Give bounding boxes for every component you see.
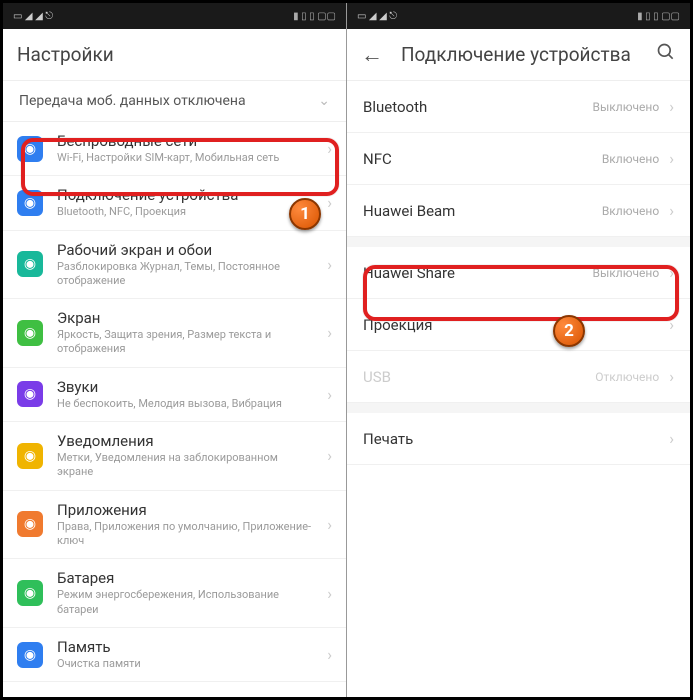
item-status: Выключено [593,100,660,114]
home-icon: ◉ [17,251,43,277]
connection-item[interactable]: Проекция › [347,299,690,351]
callout-badge-1: 1 [289,198,321,230]
section-separator [347,237,690,247]
connection-item[interactable]: Huawei Share Выключено › [347,247,690,299]
item-label: Звуки [57,378,313,396]
item-label: USB [363,368,585,386]
chevron-right-icon: › [327,385,332,404]
display-icon: ◉ [17,320,43,346]
item-label: Проекция [363,316,659,334]
callout-badge-2: 2 [553,315,585,347]
item-label: Печать [363,430,659,448]
chevron-right-icon: › [669,315,674,334]
item-subtitle: Не беспокоить, Мелодия вызова, Вибрация [57,397,313,411]
memory-icon: ◉ [17,642,43,668]
item-label: Рабочий экран и обои [57,241,313,259]
connection-list[interactable]: Bluetooth Выключено › NFC Включено › Hua… [347,81,690,697]
item-subtitle: Bluetooth, NFC, Проекция [57,205,313,219]
page-title: Подключение устройства [401,43,656,66]
item-subtitle: Режим энергосбережения, Использование ба… [57,588,313,617]
chevron-right-icon: › [327,255,332,274]
settings-item[interactable]: ◉ Приложения Права, Приложения по умолча… [3,491,346,560]
connection-item[interactable]: Bluetooth Выключено › [347,81,690,133]
item-subtitle: Wi-Fi, Настройки SIM-карт, Мобильная сет… [57,151,313,165]
mobile-data-banner[interactable]: Передача моб. данных отключена ⌄ [3,81,346,122]
chevron-right-icon: › [327,193,332,212]
settings-item[interactable]: ◉ Батарея Режим энергосбережения, Исполь… [3,559,346,628]
item-subtitle: Разблокировка Журнал, Темы, Постоянное о… [57,260,313,289]
device-connection-header: ← Подключение устройства [347,29,690,81]
item-subtitle: Права, Приложения по умолчанию, Приложен… [57,520,313,549]
connection-item: USB Отключено › [347,351,690,403]
settings-item[interactable]: ◉ Беспроводные сети Wi-Fi, Настройки SIM… [3,122,346,176]
item-subtitle: Очистка памяти [57,657,313,671]
chevron-right-icon: › [327,139,332,158]
signal-icon: ▭ ◢ ◢ ⎋ [13,11,53,22]
apps-icon: ◉ [17,511,43,537]
item-status: Включено [602,204,659,218]
connection-item[interactable]: Huawei Beam Включено › [347,185,690,237]
sound-icon: ◉ [17,381,43,407]
chevron-right-icon: › [327,446,332,465]
page-title: Настройки [17,43,332,66]
chevron-right-icon: › [669,367,674,386]
settings-item[interactable]: ◉ Звуки Не беспокоить, Мелодия вызова, В… [3,368,346,422]
chevron-right-icon: › [669,263,674,282]
item-label: NFC [363,150,592,168]
item-label: Беспроводные сети [57,132,313,150]
chevron-right-icon: › [669,201,674,220]
item-label: Уведомления [57,432,313,450]
signal-icon: ▭ ◢ ◢ ⎋ [357,11,397,22]
battery-icon: ▮ ▯ ▯ ▢▢ [637,11,680,22]
settings-item[interactable]: ◉ Уведомления Метки, Уведомления на забл… [3,422,346,491]
phone-right: ▭ ◢ ◢ ⎋ ▮ ▯ ▯ ▢▢ ← Подключение устройств… [347,3,690,697]
back-icon[interactable]: ← [361,42,383,68]
status-bar: ▭ ◢ ◢ ⎋ ▮ ▯ ▯ ▢▢ [347,3,690,29]
chevron-right-icon: › [327,323,332,342]
item-label: Bluetooth [363,98,583,116]
chevron-right-icon: › [669,429,674,448]
search-icon[interactable] [656,42,676,67]
chevron-right-icon: › [669,149,674,168]
item-status: Выключено [593,266,660,280]
chevron-right-icon: › [669,97,674,116]
item-label: Память [57,638,313,656]
item-label: Huawei Beam [363,202,592,220]
settings-item[interactable]: ◉ Память Очистка памяти › [3,628,346,682]
item-status: Включено [602,152,659,166]
status-bar: ▭ ◢ ◢ ⎋ ▮ ▯ ▯ ▢▢ [3,3,346,29]
section-separator [347,403,690,413]
wifi-icon: ◉ [17,136,43,162]
item-label: Экран [57,309,313,327]
device-icon: ◉ [17,190,43,216]
settings-item[interactable]: ◉ Рабочий экран и обои Разблокировка Жур… [3,231,346,300]
settings-list[interactable]: Передача моб. данных отключена ⌄ ◉ Беспр… [3,81,346,697]
settings-item[interactable]: ◉ Экран Яркость, Защита зрения, Размер т… [3,299,346,368]
item-label: Приложения [57,501,313,519]
item-label: Батарея [57,569,313,587]
item-subtitle: Метки, Уведомления на заблокированном эк… [57,451,313,480]
battery-icon: ▮ ▯ ▯ ▢▢ [293,11,336,22]
bell-icon: ◉ [17,443,43,469]
phone-left: ▭ ◢ ◢ ⎋ ▮ ▯ ▯ ▢▢ Настройки Передача моб.… [3,3,347,697]
battery-icon: ◉ [17,580,43,606]
item-status: Отключено [595,370,659,384]
item-subtitle: Яркость, Защита зрения, Размер текста и … [57,328,313,357]
item-label: Подключение устройства [57,186,313,204]
connection-item[interactable]: NFC Включено › [347,133,690,185]
banner-text: Передача моб. данных отключена [19,93,246,109]
chevron-right-icon: › [327,515,332,534]
connection-item[interactable]: Печать › [347,413,690,465]
chevron-down-icon: ⌄ [318,93,330,109]
settings-header: Настройки [3,29,346,81]
chevron-right-icon: › [327,584,332,603]
item-label: Huawei Share [363,264,583,282]
chevron-right-icon: › [327,645,332,664]
